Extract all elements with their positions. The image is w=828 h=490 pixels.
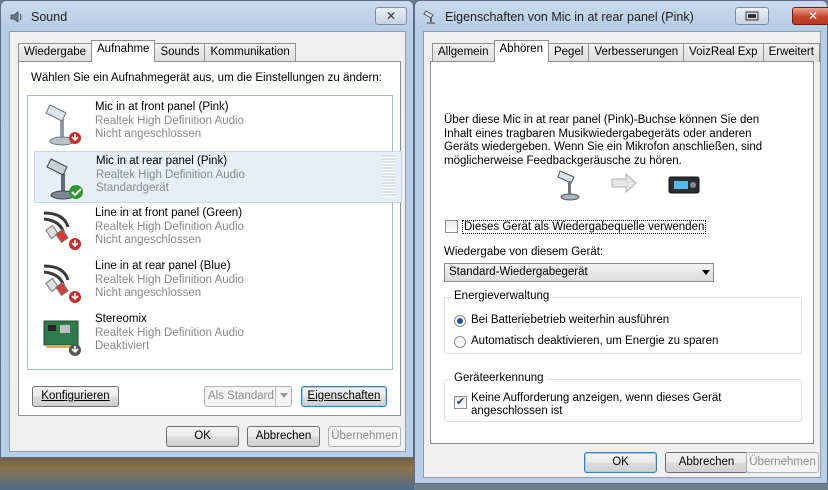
device-driver: Realtek High Definition Audio xyxy=(95,221,244,233)
close-button[interactable]: ✕ xyxy=(792,7,828,25)
cancel-button[interactable]: Abbrechen xyxy=(247,426,320,447)
power-management-group: Energieverwaltung Bei Batteriebetrieb we… xyxy=(444,290,802,354)
playback-device-select[interactable]: Standard-Wiedergabegerät xyxy=(444,263,714,282)
list-item[interactable]: Line in at rear panel (Blue) Realtek Hig… xyxy=(34,257,402,309)
properties-button[interactable]: Eigenschaften xyxy=(301,386,387,407)
set-default-button[interactable]: Als Standard xyxy=(204,386,292,407)
tab-pegel[interactable]: Pegel xyxy=(547,43,590,62)
tab-voizreal-exp[interactable]: VoizReal Exp xyxy=(683,43,764,62)
chevron-down-icon[interactable] xyxy=(275,387,291,406)
microphone-icon xyxy=(41,155,87,201)
properties-window-title: Eigenschaften von Mic in at rear panel (… xyxy=(445,10,694,24)
apply-button[interactable]: Übernehmen xyxy=(746,452,819,473)
device-detection-group: Geräteerkennung ✔ Keine Aufforderung anz… xyxy=(444,372,802,422)
auto-disable-label[interactable]: Automatisch deaktivieren, um Energie zu … xyxy=(471,335,718,347)
device-driver: Realtek High Definition Audio xyxy=(96,169,245,181)
microphone-small-icon xyxy=(423,9,439,25)
list-item[interactable]: Stereomix Realtek High Definition Audio … xyxy=(34,310,402,362)
tab-abhoeren[interactable]: Abhören xyxy=(493,40,549,62)
window-restore-button[interactable] xyxy=(735,7,769,25)
detection-group-label: Geräteerkennung xyxy=(451,372,547,384)
no-prompt-label[interactable]: Keine Aufforderung anzeigen, wenn dieses… xyxy=(471,392,761,418)
listen-illustration xyxy=(556,167,706,201)
description-text: Über diese Mic in at rear panel (Pink)-B… xyxy=(444,114,763,167)
device-status: Standardgerät xyxy=(96,182,169,194)
tab-kommunikation[interactable]: Kommunikation xyxy=(204,43,296,62)
apply-button[interactable]: Übernehmen xyxy=(328,426,401,447)
listen-checkbox[interactable] xyxy=(445,220,458,233)
line-in-cable-icon xyxy=(40,260,86,306)
tab-erweitert[interactable]: Erweitert xyxy=(762,43,820,62)
device-name: Mic in at rear panel (Pink) xyxy=(96,155,228,167)
restore-icon xyxy=(745,11,759,21)
speaker-icon xyxy=(9,9,25,25)
device-driver: Realtek High Definition Audio xyxy=(95,327,244,339)
auto-disable-radio[interactable] xyxy=(454,336,466,348)
ok-button[interactable]: OK xyxy=(166,426,239,447)
configure-button[interactable]: Konfigurieren xyxy=(32,386,119,407)
properties-label: Eigenschaften xyxy=(307,390,381,402)
device-driver: Realtek High Definition Audio xyxy=(95,274,244,286)
microphone-icon xyxy=(40,101,86,147)
line-in-cable-icon xyxy=(40,207,86,253)
listen-checkbox-label[interactable]: Dieses Gerät als Wiedergabequelle verwen… xyxy=(462,220,707,234)
properties-window-body: Allgemein Abhören Pegel Verbesserungen V… xyxy=(423,31,821,478)
sound-card-icon xyxy=(40,313,86,359)
list-item[interactable]: Line in at front panel (Green) Realtek H… xyxy=(34,204,402,256)
sound-window: Sound ✕ Wiedergabe Aufnahme Sounds Kommu… xyxy=(0,0,414,458)
device-driver: Realtek High Definition Audio xyxy=(95,115,244,127)
device-name: Mic in at front panel (Pink) xyxy=(95,101,229,113)
instruction-text: Wählen Sie ein Aufnahmegerät aus, um die… xyxy=(31,72,382,84)
ok-button[interactable]: OK xyxy=(584,452,657,473)
cancel-button[interactable]: Abbrechen xyxy=(665,452,748,473)
properties-window: Eigenschaften von Mic in at rear panel (… xyxy=(414,0,828,484)
playback-device-value: Standard-Wiedergabegerät xyxy=(449,266,588,278)
device-name: Stereomix xyxy=(95,313,147,325)
properties-window-titlebar: Eigenschaften von Mic in at rear panel (… xyxy=(423,9,694,25)
playback-label: Wiedergabe von diesem Gerät: xyxy=(444,246,604,258)
list-item[interactable]: Mic in at front panel (Pink) Realtek Hig… xyxy=(34,98,402,150)
sound-window-body: Wiedergabe Aufnahme Sounds Kommunikation… xyxy=(9,31,406,452)
configure-label: Konfigurieren xyxy=(41,390,110,402)
level-meter xyxy=(382,155,396,197)
listen-panel: Über diese Mic in at rear panel (Pink)-B… xyxy=(430,61,814,444)
sound-window-title: Sound xyxy=(31,10,68,24)
tab-aufnahme[interactable]: Aufnahme xyxy=(91,40,156,62)
device-name: Line in at front panel (Green) xyxy=(95,207,243,219)
desktop-background xyxy=(0,455,414,490)
tab-allgemein[interactable]: Allgemein xyxy=(432,43,495,62)
tab-sounds[interactable]: Sounds xyxy=(154,43,206,62)
microphone-icon xyxy=(557,170,580,201)
tab-wiedergabe[interactable]: Wiedergabe xyxy=(18,43,93,62)
close-button[interactable]: ✕ xyxy=(375,7,407,25)
chevron-down-icon xyxy=(702,270,710,275)
keep-running-radio[interactable] xyxy=(454,315,466,327)
recording-panel: Wählen Sie ein Aufnahmegerät aus, um die… xyxy=(18,61,402,416)
no-prompt-checkbox[interactable]: ✔ xyxy=(454,396,467,409)
device-status: Nicht angeschlossen xyxy=(95,128,202,140)
device-list: Mic in at front panel (Pink) Realtek Hig… xyxy=(27,95,402,370)
device-status: Nicht angeschlossen xyxy=(95,234,202,246)
list-item-selected[interactable]: Mic in at rear panel (Pink) Realtek High… xyxy=(34,151,402,203)
sound-window-titlebar: Sound xyxy=(9,9,67,25)
device-status: Deaktiviert xyxy=(95,340,150,352)
tab-verbesserungen[interactable]: Verbesserungen xyxy=(588,43,685,62)
device-status: Nicht angeschlossen xyxy=(95,287,202,299)
set-default-label: Als Standard xyxy=(208,390,274,402)
arrow-right-icon xyxy=(611,172,637,194)
speaker-device-icon xyxy=(668,176,700,194)
keep-running-label[interactable]: Bei Batteriebetrieb weiterhin ausführen xyxy=(471,314,669,326)
power-group-label: Energieverwaltung xyxy=(451,290,553,302)
device-name: Line in at rear panel (Blue) xyxy=(95,260,231,272)
